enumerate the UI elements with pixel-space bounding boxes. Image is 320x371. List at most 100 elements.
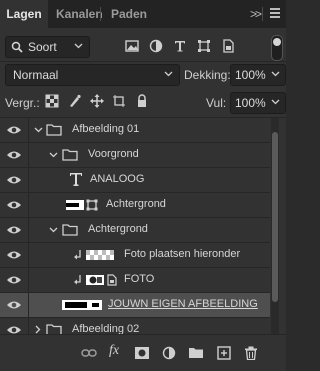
layer-name: Afbeelding 01 [72, 123, 140, 135]
add-mask-icon[interactable] [134, 346, 150, 360]
visibility-eye-icon[interactable] [6, 249, 22, 261]
layer-row-foto-plaatsen[interactable]: Foto plaatsen hieronder [0, 243, 270, 268]
group-folder-icon [46, 124, 62, 136]
opacity-value: 100% [235, 68, 266, 82]
tab-kanalen[interactable]: Kanalen [56, 0, 103, 28]
visibility-eye-icon[interactable] [6, 174, 22, 186]
lock-position-icon[interactable] [90, 94, 104, 108]
layer-row-jouwn-eigen-afbeelding[interactable]: JOUWN EIGEN AFBEELDING [0, 293, 270, 318]
column-divider [28, 218, 29, 242]
blend-mode-value: Normaal [13, 68, 59, 82]
scrollbar-thumb[interactable] [272, 132, 278, 302]
tab-paden[interactable]: Paden [111, 0, 147, 28]
type-filter-icon[interactable] [172, 38, 188, 54]
group-folder-icon [46, 324, 62, 334]
menu-divider [262, 7, 263, 21]
visibility-eye-icon[interactable] [6, 149, 22, 161]
layers-footer: fx [0, 334, 286, 371]
new-group-icon[interactable] [188, 346, 204, 360]
toggle-knob [273, 38, 281, 46]
layer-name: Foto plaatsen hieronder [124, 248, 241, 260]
layer-name: Afbeelding 02 [72, 323, 140, 334]
column-divider [28, 268, 29, 292]
filter-toggle[interactable] [271, 35, 283, 61]
adjustment-layer-icon[interactable] [161, 346, 177, 360]
delete-icon[interactable] [243, 346, 259, 360]
column-divider [28, 143, 29, 167]
new-layer-icon[interactable] [216, 346, 232, 360]
clipping-mask-arrow-icon [74, 275, 81, 285]
lock-artboard-icon[interactable] [112, 94, 126, 108]
visibility-eye-icon[interactable] [6, 274, 22, 286]
column-divider [28, 318, 29, 334]
layer-name: ANALOOG [90, 173, 145, 185]
lock-all-icon[interactable] [135, 94, 149, 108]
smart-object-filter-icon[interactable] [220, 38, 236, 54]
fill-field[interactable]: 100% [230, 92, 286, 114]
filter-kind-label: Soort [28, 40, 57, 54]
text-layer-icon [70, 173, 82, 186]
fill-value: 100% [235, 96, 266, 110]
layer-name: Voorgrond [88, 148, 139, 160]
expand-chevron-icon[interactable] [49, 152, 58, 158]
layer-name: FOTO [124, 273, 155, 285]
column-divider [28, 293, 29, 317]
fill-label: Vul: [206, 96, 227, 110]
clipping-mask-arrow-icon [74, 250, 81, 260]
opacity-field[interactable]: 100% [230, 64, 286, 86]
column-divider [28, 243, 29, 267]
layer-name: JOUWN EIGEN AFBEELDING [108, 298, 258, 310]
adjustment-filter-icon[interactable] [148, 38, 164, 54]
tab-lagen[interactable]: Lagen [0, 0, 48, 28]
expand-chevron-icon[interactable] [34, 127, 43, 133]
opacity-label: Dekking: [184, 68, 231, 82]
layers-list: Afbeelding 01 Voorgrond ANALOOG Achtergr… [0, 118, 270, 334]
chevron-down-icon [271, 71, 280, 77]
visibility-eye-icon[interactable] [6, 299, 22, 311]
group-folder-icon [62, 149, 78, 161]
collapse-panel-button[interactable]: >> [250, 7, 262, 21]
fx-icon[interactable]: fx [109, 343, 125, 358]
layer-row-analoog[interactable]: ANALOOG [0, 168, 270, 193]
column-divider [28, 168, 29, 192]
divider [0, 61, 286, 62]
layers-scrollbar[interactable] [271, 118, 279, 334]
chevron-down-icon [74, 43, 83, 49]
lock-image-pixels-icon[interactable] [68, 94, 82, 108]
layers-panel: Lagen Kanalen Paden >> Soort Normaal Dek… [0, 0, 286, 371]
layer-row-afbeelding-01[interactable]: Afbeelding 01 [0, 118, 270, 143]
layer-name: Achtergrond [106, 198, 166, 210]
column-divider [28, 193, 29, 217]
layer-thumbnail [66, 200, 84, 210]
smart-object-badge-icon [86, 199, 98, 211]
layer-thumbnail [86, 275, 104, 285]
lock-transparent-pixels-icon[interactable] [45, 94, 59, 108]
tab-divider [100, 7, 101, 21]
layer-row-afbeelding-02[interactable]: Afbeelding 02 [0, 318, 270, 334]
layer-name: Achtergrond [88, 223, 148, 235]
layer-thumbnail [62, 300, 102, 310]
visibility-eye-icon[interactable] [6, 224, 22, 236]
shape-filter-icon[interactable] [196, 38, 212, 54]
search-icon [11, 41, 23, 53]
chevron-down-icon [271, 99, 280, 105]
layer-thumbnail [86, 250, 114, 260]
lock-label: Vergr.: [5, 96, 40, 110]
tab-bar: Lagen Kanalen Paden >> [0, 0, 286, 28]
layer-row-voorgrond[interactable]: Voorgrond [0, 143, 270, 168]
visibility-eye-icon[interactable] [6, 199, 22, 211]
column-divider [28, 118, 29, 142]
layer-row-foto[interactable]: FOTO [0, 268, 270, 293]
visibility-eye-icon[interactable] [6, 124, 22, 136]
link-layers-icon[interactable] [81, 346, 97, 360]
layer-row-achtergrond-group[interactable]: Achtergrond [0, 218, 270, 243]
filter-kind-select[interactable]: Soort [5, 36, 90, 58]
expand-chevron-icon[interactable] [49, 227, 58, 233]
visibility-eye-icon[interactable] [6, 324, 22, 334]
panel-menu-icon[interactable] [270, 8, 280, 20]
chevron-down-icon [164, 71, 173, 77]
chevron-right-icon[interactable] [35, 325, 41, 334]
blend-mode-select[interactable]: Normaal [5, 64, 180, 86]
layer-row-achtergrond-smart[interactable]: Achtergrond [0, 193, 270, 218]
image-filter-icon[interactable] [124, 38, 140, 54]
